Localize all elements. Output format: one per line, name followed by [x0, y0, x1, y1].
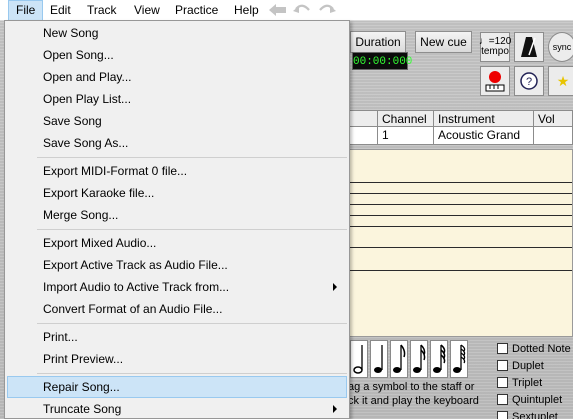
half-note-button[interactable]: [350, 340, 368, 378]
submenu-arrow-icon: [333, 283, 337, 291]
menu-view[interactable]: View: [127, 0, 167, 21]
redo-icon[interactable]: [318, 3, 336, 17]
eighth-note-button[interactable]: [390, 340, 408, 378]
menu-bar: File Edit Track View Practice Help: [0, 0, 573, 21]
track-row[interactable]: 1 Acoustic Grand: [348, 127, 573, 145]
sync-icon: sync: [552, 42, 572, 52]
menu-item-open-and-play[interactable]: Open and Play...: [7, 66, 347, 88]
back-arrow-icon[interactable]: [269, 3, 287, 17]
duplet-checkbox[interactable]: [497, 360, 508, 371]
menu-item-merge-song[interactable]: Merge Song...: [7, 204, 347, 226]
menu-item-save-song-as[interactable]: Save Song As...: [7, 132, 347, 154]
quintuplet-label: Quintuplet: [512, 394, 563, 406]
menu-separator: [37, 157, 347, 158]
track-vol: [533, 127, 573, 144]
menu-item-new-song[interactable]: New Song: [7, 22, 347, 44]
new-cue-button[interactable]: New cue: [415, 31, 472, 53]
file-menu-dropdown: New Song Open Song... Open and Play... O…: [4, 20, 350, 419]
duplet-label: Duplet: [512, 360, 544, 372]
duplet-option[interactable]: Duplet: [497, 359, 544, 373]
menu-separator: [37, 229, 347, 230]
sixty-fourth-note-button[interactable]: [450, 340, 468, 378]
quarter-note-button[interactable]: [370, 340, 388, 378]
menu-edit[interactable]: Edit: [43, 0, 78, 21]
track-channel: 1: [377, 127, 433, 144]
dotted-note-option[interactable]: Dotted Note: [497, 342, 571, 356]
menu-item-export-midi[interactable]: Export MIDI-Format 0 file...: [7, 160, 347, 182]
eighth-note-icon: [393, 344, 406, 373]
submenu-arrow-icon: [333, 405, 337, 413]
menu-item-import-audio[interactable]: Import Audio to Active Track from...: [7, 276, 347, 298]
tempo-label: tempo: [481, 46, 509, 57]
menu-item-open-song[interactable]: Open Song...: [7, 44, 347, 66]
star-tool-button[interactable]: ★: [548, 66, 573, 96]
staff-area[interactable]: [348, 149, 573, 337]
menu-item-save-song[interactable]: Save Song: [7, 110, 347, 132]
undo-icon[interactable]: [293, 3, 311, 17]
menu-item-print-preview[interactable]: Print Preview...: [7, 348, 347, 370]
half-note-icon: [353, 345, 363, 374]
sextuplet-option[interactable]: Sextuplet: [497, 410, 558, 419]
instrument-column-header: Instrument: [433, 111, 533, 126]
quintuplet-checkbox[interactable]: [497, 394, 508, 405]
menu-item-export-mixed-audio[interactable]: Export Mixed Audio...: [7, 232, 347, 254]
sextuplet-checkbox[interactable]: [497, 411, 508, 419]
menu-practice[interactable]: Practice: [168, 0, 225, 21]
time-display: 00:00:000: [352, 52, 412, 70]
dotted-note-checkbox[interactable]: [497, 343, 508, 354]
tempo-button[interactable]: ♩=120 tempo: [479, 32, 511, 62]
thirty-second-note-icon: [433, 344, 446, 373]
menu-item-export-active-track[interactable]: Export Active Track as Audio File...: [7, 254, 347, 276]
palette-hint: ag a symbol to the staff or ck it and pl…: [348, 380, 488, 408]
hint-line-1: ag a symbol to the staff or: [348, 381, 475, 393]
duration-button[interactable]: Duration: [350, 31, 406, 53]
channel-column-header: Channel: [377, 111, 433, 126]
thirty-second-note-button[interactable]: [430, 340, 448, 378]
vol-column-header: Vol: [533, 111, 573, 126]
menu-separator: [37, 373, 347, 374]
sync-button[interactable]: sync: [548, 32, 573, 62]
metronome-button[interactable]: [514, 32, 544, 62]
record-button[interactable]: [480, 66, 510, 96]
metronome-icon: [521, 37, 537, 57]
star-icon: ★: [556, 73, 570, 89]
menu-help[interactable]: Help: [227, 0, 266, 21]
triplet-checkbox[interactable]: [497, 377, 508, 388]
dotted-note-label: Dotted Note: [512, 343, 571, 355]
menu-file[interactable]: File: [8, 0, 44, 21]
quarter-note-icon: [374, 345, 383, 373]
record-icon: [485, 71, 505, 92]
menu-item-print[interactable]: Print...: [7, 326, 347, 348]
menu-track[interactable]: Track: [80, 0, 124, 21]
triplet-label: Triplet: [512, 377, 543, 389]
sextuplet-label: Sextuplet: [512, 411, 558, 419]
menu-item-convert-format[interactable]: Convert Format of an Audio File...: [7, 298, 347, 320]
sixteenth-note-icon: [413, 344, 426, 373]
sixteenth-note-button[interactable]: [410, 340, 428, 378]
hint-line-2: ck it and play the keyboard: [348, 395, 479, 407]
quintuplet-option[interactable]: Quintuplet: [497, 393, 562, 407]
menu-item-truncate-song[interactable]: Truncate Song: [7, 398, 347, 419]
help-button[interactable]: ?: [514, 66, 544, 96]
note-palette: [350, 340, 476, 378]
menu-separator: [37, 323, 347, 324]
svg-text:?: ?: [526, 76, 532, 88]
menu-item-export-karaoke[interactable]: Export Karaoke file...: [7, 182, 347, 204]
menu-item-open-play-list[interactable]: Open Play List...: [7, 88, 347, 110]
track-instrument: Acoustic Grand: [433, 127, 533, 144]
menu-item-import-audio-label: Import Audio to Active Track from...: [43, 280, 230, 294]
menu-item-truncate-song-label: Truncate Song: [43, 402, 122, 416]
triplet-option[interactable]: Triplet: [497, 376, 542, 390]
track-grid-header: Channel Instrument Vol: [348, 110, 573, 127]
sixty-fourth-note-icon: [453, 344, 466, 373]
help-icon: ?: [520, 72, 538, 90]
menu-item-repair-song[interactable]: Repair Song...: [7, 376, 347, 398]
